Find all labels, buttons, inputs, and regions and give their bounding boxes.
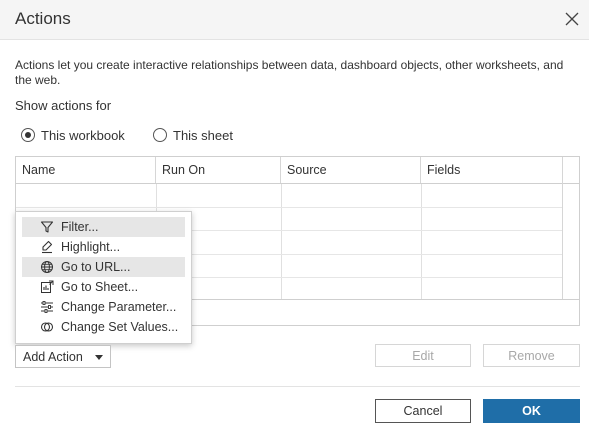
footer-divider: [15, 386, 580, 387]
dialog-titlebar: Actions: [0, 0, 589, 40]
close-icon[interactable]: [561, 8, 583, 30]
dialog-title: Actions: [15, 9, 71, 28]
highlighter-icon: [40, 240, 54, 254]
row-divider: [16, 207, 562, 208]
menu-item-filter[interactable]: Filter...: [22, 217, 185, 237]
menu-item-label: Go to Sheet...: [61, 280, 139, 294]
column-header-name[interactable]: Name: [16, 157, 156, 183]
column-header-fields[interactable]: Fields: [421, 157, 562, 183]
add-action-menu: Filter... Highlight... Go to URL... Go t…: [15, 211, 192, 344]
radio-label: This sheet: [173, 127, 233, 143]
add-action-label: Add Action: [23, 349, 83, 364]
table-header: Name Run On Source Fields: [16, 157, 579, 184]
sliders-icon: [40, 300, 54, 314]
table-scrollbar[interactable]: [562, 157, 579, 299]
menu-item-go-to-sheet[interactable]: Go to Sheet...: [22, 277, 185, 297]
menu-item-label: Change Set Values...: [61, 320, 179, 334]
menu-item-change-parameter[interactable]: Change Parameter...: [22, 297, 185, 317]
menu-item-label: Highlight...: [61, 240, 121, 254]
column-divider: [421, 184, 422, 299]
set-icon: [40, 320, 54, 334]
caret-down-icon: [95, 355, 103, 360]
dialog-description: Actions let you create interactive relat…: [15, 58, 564, 87]
show-actions-for-label: Show actions for: [15, 98, 112, 113]
remove-button[interactable]: Remove: [483, 344, 580, 367]
column-header-run-on[interactable]: Run On: [156, 157, 281, 183]
add-action-button[interactable]: Add Action: [15, 345, 111, 368]
globe-icon: [40, 260, 54, 274]
menu-item-label: Filter...: [61, 220, 99, 234]
radio-label: This workbook: [41, 127, 125, 143]
cancel-button[interactable]: Cancel: [375, 399, 471, 423]
sheet-icon: [40, 280, 54, 294]
menu-item-label: Go to URL...: [61, 260, 131, 274]
column-divider: [281, 184, 282, 299]
radio-unselected-icon: [153, 128, 167, 142]
radio-this-sheet[interactable]: This sheet: [153, 126, 233, 144]
menu-item-go-to-url[interactable]: Go to URL...: [22, 257, 185, 277]
menu-item-label: Change Parameter...: [61, 300, 177, 314]
radio-this-workbook[interactable]: This workbook: [21, 126, 125, 144]
filter-icon: [40, 220, 54, 234]
column-header-source[interactable]: Source: [281, 157, 421, 183]
edit-button[interactable]: Edit: [375, 344, 471, 367]
menu-item-highlight[interactable]: Highlight...: [22, 237, 185, 257]
menu-item-change-set-values[interactable]: Change Set Values...: [22, 317, 185, 337]
radio-selected-icon: [21, 128, 35, 142]
ok-button[interactable]: OK: [483, 399, 580, 423]
